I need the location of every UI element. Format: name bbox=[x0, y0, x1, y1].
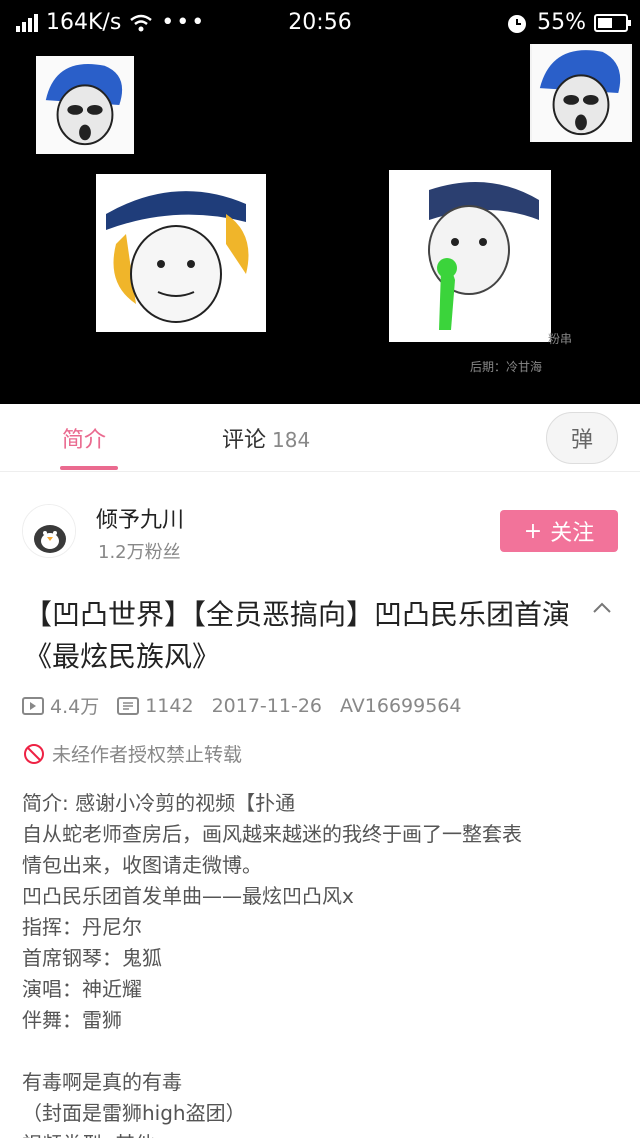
description-line bbox=[22, 1036, 622, 1067]
description-line: 情包出来，收图请走微博。 bbox=[22, 853, 262, 877]
tab-bar: 简介 评论 184 bbox=[0, 404, 640, 472]
avatar[interactable] bbox=[22, 504, 76, 558]
danmaku-stat: 1142 bbox=[117, 694, 194, 717]
sticker-cap-green-hand bbox=[389, 170, 551, 342]
description-line: 自从蛇老师查房后，画风越来越迷的我终于画了一整套表 bbox=[22, 822, 522, 846]
uploader-row: 倾予九川 1.2万粉丝 + 关注 bbox=[0, 492, 640, 572]
video-title: 【凹凸世界】【全员恶搞向】凹凸民乐团首演《最炫民族风》 bbox=[24, 598, 571, 673]
tab-active-indicator bbox=[60, 466, 118, 470]
chevron-up-icon[interactable] bbox=[590, 596, 614, 620]
copyright-notice: 未经作者授权禁止转载 bbox=[24, 740, 242, 767]
play-icon bbox=[22, 696, 44, 715]
sticker-blue-hair-top-right bbox=[530, 44, 632, 142]
video-meta: 4.4万 1142 2017-11-26 AV16699564 bbox=[22, 692, 480, 719]
views-count: 4.4万 bbox=[50, 696, 100, 718]
tab-comments-label: 评论 bbox=[222, 428, 267, 453]
video-watermark-2: 后期：冷甘海 bbox=[470, 360, 543, 374]
danmaku-off-icon: 弹 bbox=[570, 428, 593, 453]
tab-comments[interactable]: 评论 184 bbox=[222, 422, 310, 454]
views-stat: 4.4万 bbox=[22, 692, 99, 719]
follow-button[interactable]: + 关注 bbox=[500, 510, 618, 552]
description-line: 指挥：丹尼尔 bbox=[22, 915, 142, 939]
danmaku-toggle-button[interactable]: 弹 bbox=[546, 412, 618, 464]
description-line: （封面是雷狮high盗团） bbox=[22, 1101, 246, 1125]
uploader-fans: 1.2万粉丝 bbox=[98, 542, 181, 563]
description-line: 视频类型: 其他 bbox=[22, 1129, 622, 1138]
battery-icon bbox=[594, 13, 631, 32]
description-line: 首席钢琴：鬼狐 bbox=[22, 946, 162, 970]
copyright-text: 未经作者授权禁止转载 bbox=[52, 744, 243, 766]
av-number: AV16699564 bbox=[340, 694, 462, 717]
sticker-blue-hair-top-left bbox=[36, 56, 134, 154]
plus-icon: + bbox=[523, 518, 543, 544]
tab-intro-label: 简介 bbox=[62, 428, 107, 453]
description-line: 简介: 感谢小冷剪的视频【扑通 bbox=[22, 791, 296, 815]
follow-label: 关注 bbox=[550, 521, 595, 546]
video-description: 简介: 感谢小冷剪的视频【扑通自从蛇老师查房后，画风越来越迷的我终于画了一整套表… bbox=[22, 788, 622, 1138]
description-line: 伴舞：雷狮 bbox=[22, 1008, 122, 1032]
video-watermark-1: 粉串 bbox=[548, 332, 573, 346]
ban-icon bbox=[24, 743, 44, 764]
upload-date: 2017-11-26 bbox=[211, 694, 322, 717]
description-line: 凹凸民乐团首发单曲——最炫凹凸风x bbox=[22, 884, 354, 908]
video-player[interactable]: 164K/s ••• 20:56 55% 粉串 后期：冷甘海 bbox=[0, 0, 640, 404]
alarm-icon bbox=[508, 14, 527, 33]
tab-intro[interactable]: 简介 bbox=[62, 422, 106, 454]
description-line: 演唱：神近耀 bbox=[22, 977, 142, 1001]
comments-count: 184 bbox=[272, 428, 311, 452]
uploader-name[interactable]: 倾予九川 bbox=[96, 502, 184, 534]
battery-percent: 55% bbox=[537, 10, 586, 35]
status-bar: 164K/s ••• 20:56 55% bbox=[0, 0, 640, 46]
danmaku-count: 1142 bbox=[145, 694, 194, 717]
sticker-cap-yellow-hair bbox=[96, 174, 266, 332]
danmaku-icon bbox=[117, 696, 140, 715]
description-line: 有毒啊是真的有毒 bbox=[22, 1070, 182, 1094]
